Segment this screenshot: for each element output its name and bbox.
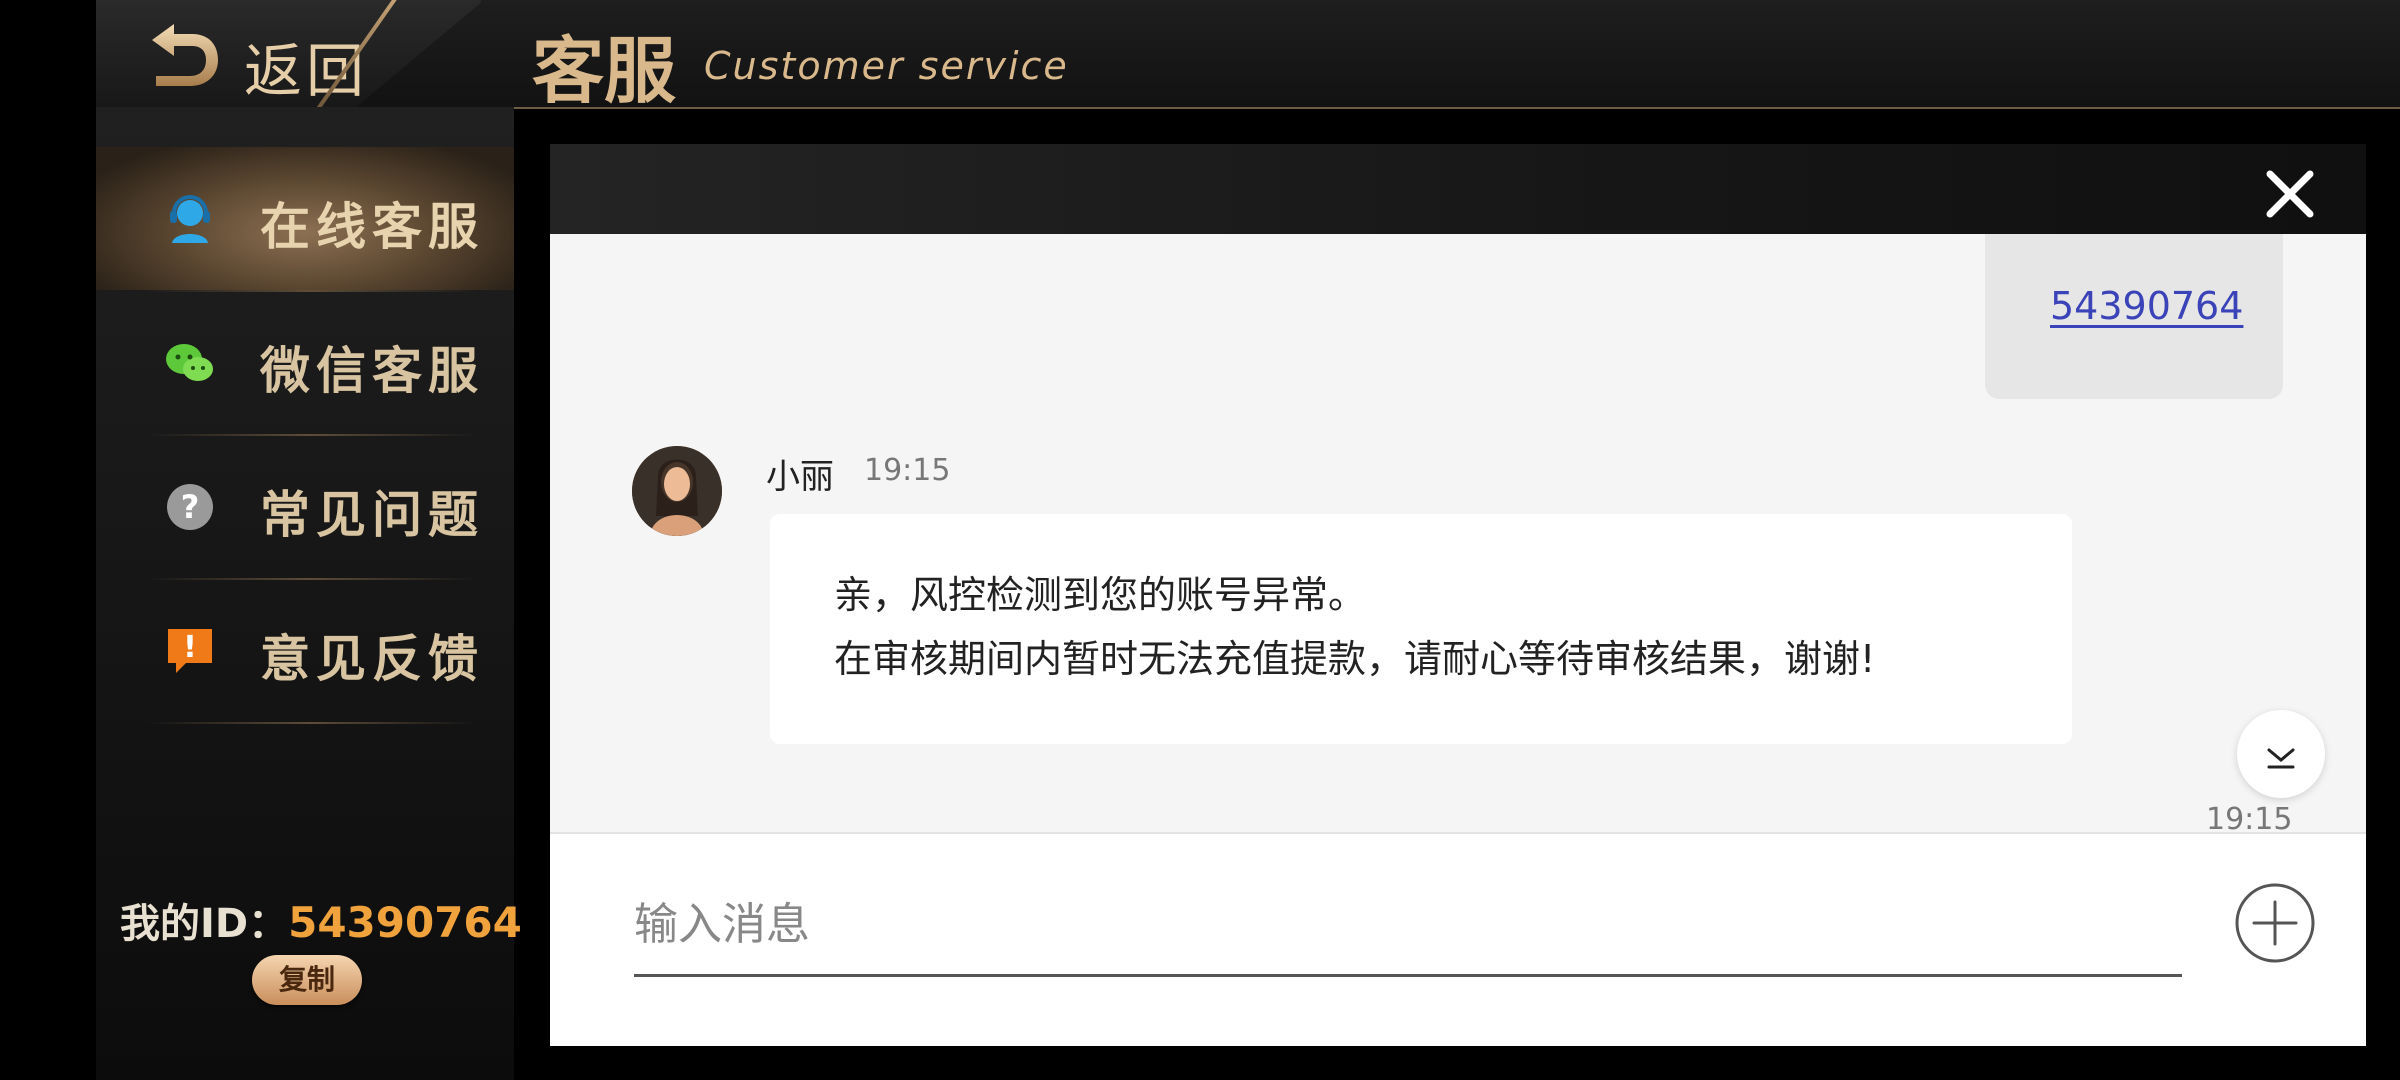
avatar-image — [632, 446, 722, 536]
wechat-icon — [166, 344, 213, 381]
message-composer — [550, 832, 2366, 1046]
sidebar: 在线客服 微信客服 ? 常见问题 ! 意见反馈 我的ID：54390764 复制 — [96, 107, 522, 1080]
page-subtitle: Customer service — [704, 44, 1069, 88]
svg-text:?: ? — [181, 488, 200, 526]
sidebar-item-wechat-service[interactable]: 微信客服 — [96, 291, 514, 434]
my-id-value: 54390764 — [288, 898, 522, 947]
sidebar-item-faq[interactable]: ? 常见问题 — [96, 435, 514, 578]
message-text-line: 亲，风控检测到您的账号异常。 — [834, 573, 1367, 617]
divider — [146, 722, 476, 724]
online-service-icon — [170, 195, 210, 243]
scroll-to-bottom-button[interactable] — [2237, 710, 2325, 798]
message-timestamp: 19:15 — [864, 453, 951, 488]
add-attachment-icon[interactable] — [2234, 882, 2316, 964]
page-title: 客服 — [532, 29, 677, 113]
received-message-bubble: 亲，风控检测到您的账号异常。 在审核期间内暂时无法充值提款，请耐心等待审核结果，… — [770, 514, 2072, 744]
chat-messages[interactable]: 54390764 小丽 19:15 亲，风控检测到您的账号异常。 在审核期间内暂… — [550, 234, 2366, 832]
sent-message-bubble: 54390764 — [1985, 234, 2283, 399]
my-id-label: 我的ID： — [120, 901, 289, 947]
question-icon: ? — [167, 484, 213, 530]
message-timestamp: 19:15 — [2206, 802, 2293, 832]
sent-message-link[interactable]: 54390764 — [2050, 284, 2243, 328]
sender-name: 小丽 — [766, 457, 834, 497]
chat-title-bar — [550, 144, 2366, 234]
message-input[interactable] — [634, 874, 2182, 977]
copy-button[interactable]: 复制 — [252, 955, 362, 1005]
sidebar-item-label: 意见反馈 — [260, 630, 484, 688]
top-header: 返回 客服 Customer service — [96, 0, 2400, 125]
return-arrow-icon — [152, 24, 218, 86]
sidebar-item-online-service[interactable]: 在线客服 — [96, 147, 514, 290]
avatar[interactable] — [632, 446, 722, 536]
chevron-down-icon — [2267, 748, 2295, 769]
sidebar-item-label: 常见问题 — [260, 486, 484, 544]
close-icon[interactable] — [2260, 164, 2320, 224]
sidebar-item-label: 微信客服 — [260, 342, 484, 400]
feedback-icon: ! — [168, 629, 212, 673]
my-id: 我的ID：54390764 — [120, 891, 522, 949]
message-text-line: 在审核期间内暂时无法充值提款，请耐心等待审核结果，谢谢! — [834, 637, 1876, 681]
sidebar-item-feedback[interactable]: ! 意见反馈 — [96, 579, 514, 722]
sidebar-item-label: 在线客服 — [260, 198, 484, 256]
svg-text:!: ! — [183, 630, 197, 665]
